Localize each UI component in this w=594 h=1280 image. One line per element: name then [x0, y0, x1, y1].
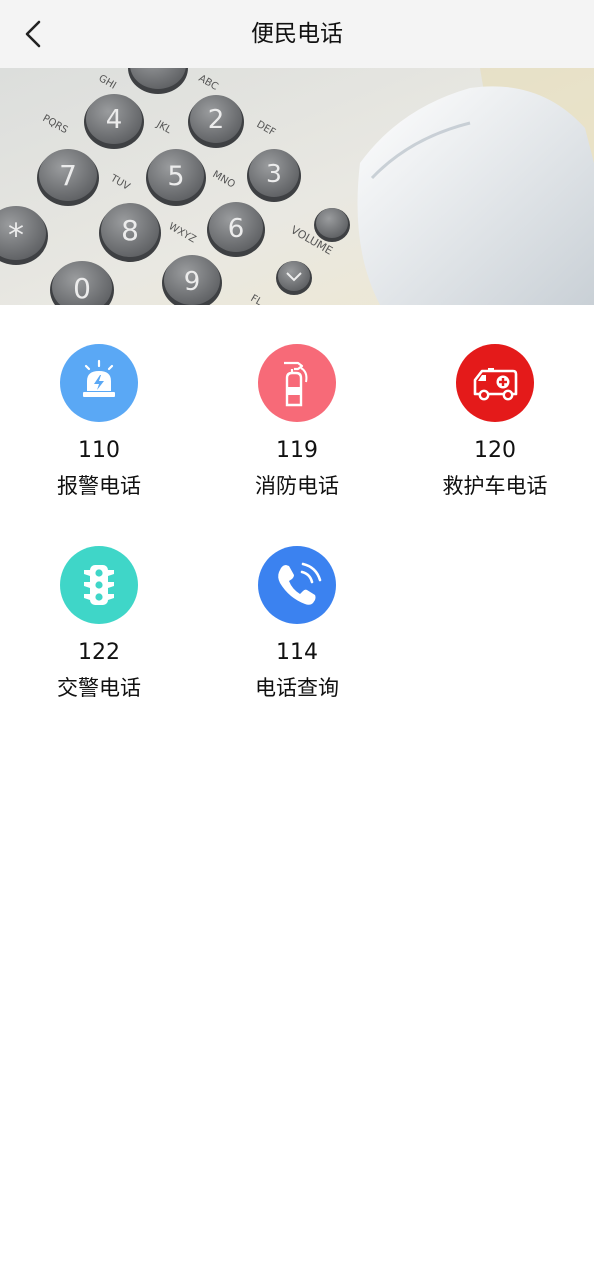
service-number: 122 [78, 640, 120, 665]
phone-call-icon [258, 546, 336, 624]
service-label: 消防电话 [255, 474, 339, 498]
traffic-light-icon [60, 546, 138, 624]
service-item-114[interactable]: 114 电话查询 [198, 507, 396, 700]
service-number: 119 [276, 438, 318, 463]
volume-key-down [276, 261, 312, 295]
svg-text:4: 4 [106, 105, 123, 135]
svg-text:2: 2 [208, 105, 225, 135]
service-number: 120 [474, 438, 516, 463]
fire-extinguisher-icon [258, 344, 336, 422]
service-number: 110 [78, 438, 120, 463]
svg-text:5: 5 [167, 161, 184, 192]
svg-text:*: * [8, 216, 24, 254]
nav-bar: 便民电话 [0, 0, 594, 68]
police-siren-icon [60, 344, 138, 422]
service-label: 报警电话 [57, 474, 141, 498]
service-number: 114 [276, 640, 318, 665]
ambulance-icon [456, 344, 534, 422]
svg-text:9: 9 [184, 267, 201, 297]
banner-image: 4 2 7 5 3 * 8 6 0 9 GHI ABC PQRS JKL DEF… [0, 68, 594, 305]
svg-text:3: 3 [266, 159, 282, 188]
service-label: 交警电话 [57, 676, 141, 700]
page-title: 便民电话 [251, 21, 343, 47]
service-item-122[interactable]: 122 交警电话 [0, 507, 198, 700]
svg-text:6: 6 [228, 214, 245, 244]
service-label: 电话查询 [255, 676, 339, 700]
svg-text:8: 8 [121, 214, 139, 247]
service-item-119[interactable]: 119 消防电话 [198, 305, 396, 498]
svg-text:7: 7 [59, 159, 77, 192]
service-label: 救护车电话 [442, 474, 548, 498]
svg-text:0: 0 [73, 272, 91, 305]
service-item-120[interactable]: 120 救护车电话 [396, 305, 594, 498]
service-item-110[interactable]: 110 报警电话 [0, 305, 198, 498]
